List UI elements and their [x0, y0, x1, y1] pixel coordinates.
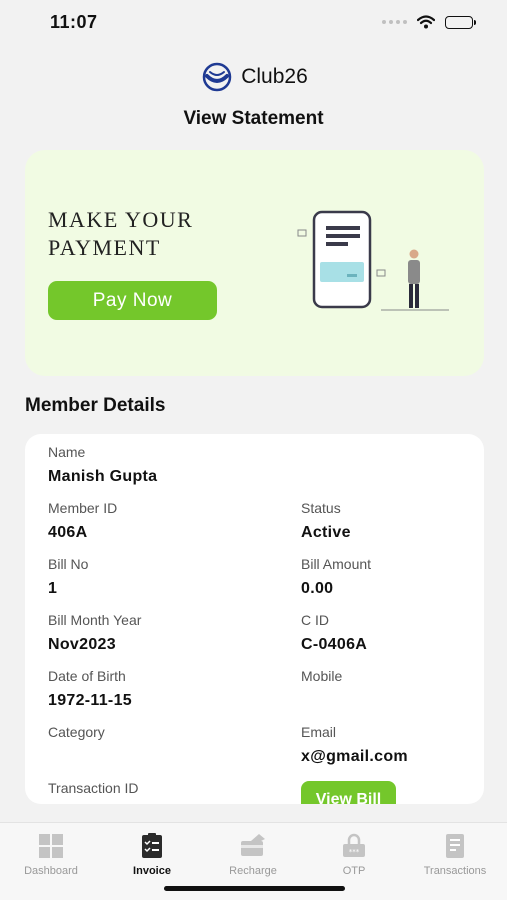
promo-title-line2: payment — [48, 235, 161, 260]
bill-no-value: 1 — [48, 580, 58, 597]
cid-value: C-0406A — [301, 636, 368, 653]
email-field: Email x@gmail.com — [301, 724, 408, 766]
nav-transactions[interactable]: Transactions — [405, 833, 505, 877]
name-value: Manish Gupta — [48, 468, 158, 485]
dob-label: Date of Birth — [48, 668, 126, 684]
nav-dashboard-label: Dashboard — [24, 865, 78, 877]
bill-month-value: Nov2023 — [48, 636, 116, 653]
transaction-id-field: Transaction ID — [48, 780, 139, 804]
email-value: x@gmail.com — [301, 748, 408, 765]
view-bill-button[interactable]: View Bill — [301, 781, 396, 804]
nav-recharge[interactable]: Recharge — [203, 833, 303, 877]
transaction-id-label: Transaction ID — [48, 780, 139, 796]
status-field: Status Active — [301, 500, 351, 542]
bill-amount-field: Bill Amount 0.00 — [301, 556, 371, 598]
email-label: Email — [301, 724, 337, 740]
bill-no-field: Bill No 1 — [48, 556, 88, 598]
home-indicator[interactable] — [164, 886, 345, 891]
promo-title: Make your payment — [48, 206, 248, 262]
club-logo-icon — [202, 62, 232, 92]
brand-name: Club26 — [241, 65, 308, 88]
status-time: 11:07 — [50, 12, 98, 32]
cid-field: C ID C-0406A — [301, 612, 367, 654]
member-id-label: Member ID — [48, 500, 118, 516]
transactions-icon — [446, 834, 464, 858]
brand-header: Club26 — [0, 62, 507, 92]
nav-invoice-label: Invoice — [133, 865, 171, 877]
bill-amount-label: Bill Amount — [301, 556, 372, 572]
bill-no-label: Bill No — [48, 556, 89, 572]
payment-promo-card: Make your payment Pay Now — [25, 150, 484, 376]
bill-month-field: Bill Month Year Nov2023 — [48, 612, 141, 654]
category-label: Category — [48, 724, 105, 740]
category-field: Category — [48, 724, 105, 748]
page-title: View Statement — [183, 108, 324, 129]
status-value: Active — [301, 524, 351, 541]
name-label: Name — [48, 444, 86, 460]
status-label: Status — [301, 500, 341, 516]
status-bar: 11:07 — [0, 0, 507, 46]
nav-recharge-label: Recharge — [229, 865, 277, 877]
battery-icon — [445, 15, 476, 29]
member-details-title: Member Details — [25, 395, 166, 416]
signal-icon — [382, 20, 407, 24]
cid-label: C ID — [301, 612, 329, 628]
dob-value: 1972-11-15 — [48, 692, 132, 709]
svg-text:***: *** — [349, 848, 360, 856]
phone-payment-illustration — [297, 210, 449, 311]
dob-field: Date of Birth 1972-11-15 — [48, 668, 132, 710]
nav-transactions-label: Transactions — [423, 865, 487, 877]
invoice-icon — [142, 833, 162, 858]
wifi-icon — [417, 15, 435, 29]
bill-amount-value: 0.00 — [301, 580, 334, 597]
nav-invoice[interactable]: Invoice — [102, 833, 202, 877]
name-field: Name Manish Gupta — [48, 444, 157, 486]
member-details-card: Name Manish Gupta Member ID 406A Status … — [25, 434, 484, 804]
member-id-field: Member ID 406A — [48, 500, 117, 542]
recharge-icon — [241, 834, 265, 856]
pay-now-button[interactable]: Pay Now — [48, 281, 217, 320]
promo-title-line1: Make your — [48, 207, 194, 232]
dashboard-icon — [39, 834, 63, 858]
mobile-label: Mobile — [301, 668, 343, 684]
status-icons — [382, 15, 476, 29]
nav-dashboard[interactable]: Dashboard — [1, 833, 101, 877]
otp-icon: *** — [343, 833, 365, 857]
nav-otp-label: OTP — [342, 865, 366, 877]
member-id-value: 406A — [48, 524, 88, 541]
nav-otp[interactable]: *** OTP — [304, 833, 404, 877]
bill-month-label: Bill Month Year — [48, 612, 142, 628]
mobile-field: Mobile — [301, 668, 342, 692]
